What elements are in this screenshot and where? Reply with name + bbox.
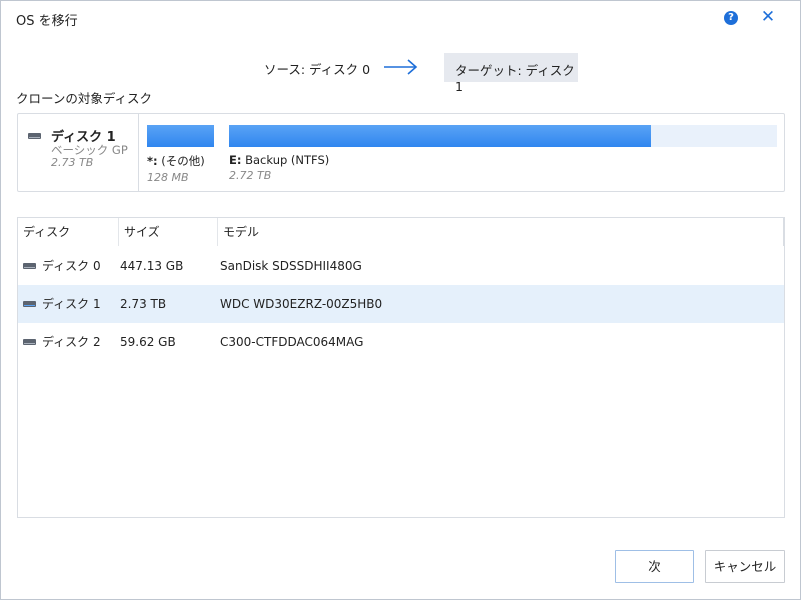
- hard-disk-icon: [23, 263, 36, 269]
- partition-label: *: (その他): [147, 154, 205, 168]
- close-icon[interactable]: ✕: [759, 8, 777, 26]
- table-row[interactable]: ディスク 2 59.62 GB C300-CTFDDAC064MAG: [18, 323, 784, 361]
- size-cell: 447.13 GB: [120, 259, 184, 273]
- disk-cell: ディスク 0: [42, 259, 101, 273]
- partition-backup[interactable]: E: Backup (NTFS) 2.72 TB: [229, 125, 777, 182]
- next-button[interactable]: 次: [615, 550, 694, 583]
- disk-info-panel: ディスク 1 ベーシック GP 2.73 TB: [18, 114, 139, 191]
- hard-disk-icon: [23, 301, 36, 307]
- hard-disk-icon: [23, 339, 36, 345]
- column-header-size[interactable]: サイズ: [118, 218, 217, 246]
- disk-size: 2.73 TB: [51, 156, 94, 169]
- table-row[interactable]: ディスク 0 447.13 GB SanDisk SDSSDHII480G: [18, 247, 784, 285]
- model-cell: SanDisk SDSSDHII480G: [220, 259, 362, 273]
- target-disk-label: ターゲット: ディスク 1: [455, 63, 575, 94]
- column-header-disk[interactable]: ディスク: [18, 218, 118, 246]
- partition-bar-fill: [229, 125, 651, 147]
- title-bar: OS を移行 ? ✕: [1, 1, 800, 35]
- size-cell: 2.73 TB: [120, 297, 167, 311]
- target-disk-map: ディスク 1 ベーシック GP 2.73 TB *: (その他) 128 MB …: [17, 113, 785, 192]
- model-cell: C300-CTFDDAC064MAG: [220, 335, 364, 349]
- dialog-title: OS を移行: [16, 14, 78, 29]
- model-cell: WDC WD30EZRZ-00Z5HB0: [220, 297, 383, 311]
- table-header: ディスク サイズ モデル: [18, 218, 784, 246]
- column-header-model[interactable]: モデル: [217, 218, 784, 246]
- migrate-os-dialog: OS を移行 ? ✕ ソース: ディスク 0 ターゲット: ディスク 1 クロー…: [0, 0, 801, 600]
- hard-disk-icon: [28, 133, 41, 139]
- scrollbar-edge: [783, 218, 784, 246]
- size-cell: 59.62 GB: [120, 335, 176, 349]
- clone-route: ソース: ディスク 0 ターゲット: ディスク 1: [1, 53, 800, 94]
- partition-bar: [229, 125, 777, 147]
- disk-cell: ディスク 1: [42, 297, 101, 311]
- source-disk-label: ソース: ディスク 0: [264, 62, 371, 77]
- partition-other[interactable]: *: (その他) 128 MB: [147, 125, 214, 184]
- help-icon[interactable]: ?: [724, 11, 738, 25]
- partition-bar: [147, 125, 214, 147]
- target-section-title: クローンの対象ディスク: [16, 91, 153, 106]
- partition-label: E: Backup (NTFS): [229, 153, 330, 167]
- cancel-button[interactable]: キャンセル: [705, 550, 785, 583]
- target-disk-badge: ターゲット: ディスク 1: [444, 53, 578, 94]
- partition-size: 2.72 TB: [229, 169, 272, 182]
- table-row[interactable]: ディスク 1 2.73 TB WDC WD30EZRZ-00Z5HB0: [18, 285, 784, 323]
- disk-cell: ディスク 2: [42, 335, 101, 349]
- partition-size: 128 MB: [147, 171, 189, 184]
- arrow-right-icon: [384, 59, 418, 75]
- disk-list-table: ディスク サイズ モデル ディスク 0 447.13 GB SanDisk SD…: [17, 217, 785, 518]
- partition-bar-fill: [147, 125, 214, 147]
